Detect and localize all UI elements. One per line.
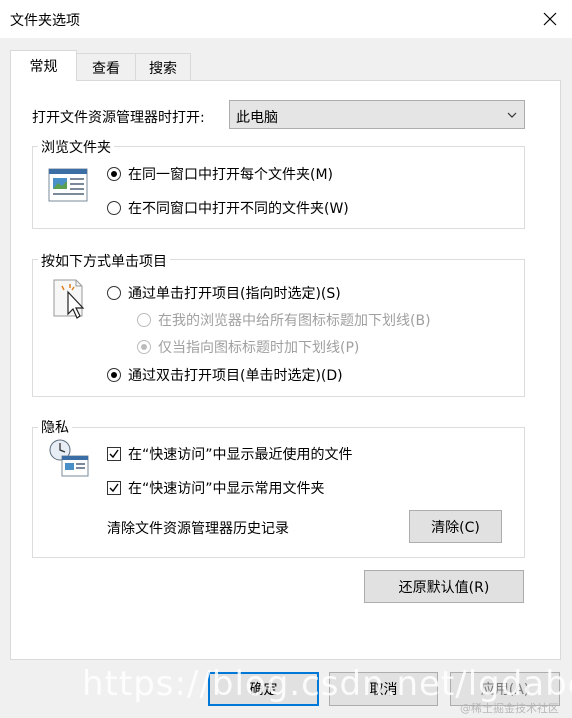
radio-underline-point[interactable]: 仅当指向图标标题时加下划线(P) (137, 337, 359, 357)
watermark-url: https://blog.csdn.net/lgdabc (82, 664, 572, 704)
browse-folders-title: 浏览文件夹 (38, 137, 114, 157)
window-title: 文件夹选项 (10, 13, 80, 29)
history-icon (49, 439, 89, 477)
radio-underline-all[interactable]: 在我的浏览器中给所有图标标题加下划线(B) (137, 310, 431, 330)
checkbox-show-recent[interactable]: 在“快速访问”中显示最近使用的文件 (107, 444, 353, 464)
checkbox-show-recent-label: 在“快速访问”中显示最近使用的文件 (128, 447, 353, 463)
close-icon (543, 12, 557, 26)
click-pointer-icon (53, 279, 85, 319)
radio-underline-all-label: 在我的浏览器中给所有图标标题加下划线(B) (158, 313, 431, 329)
open-explorer-label: 打开文件资源管理器时打开: (32, 110, 205, 126)
chevron-down-icon (507, 112, 517, 118)
close-button[interactable] (532, 2, 568, 36)
radio-single-click-label: 通过单击打开项目(指向时选定)(S) (128, 286, 341, 302)
checkbox-show-frequent[interactable]: 在“快速访问”中显示常用文件夹 (107, 478, 325, 498)
radio-indicator (107, 201, 121, 215)
checkbox-indicator (107, 481, 121, 495)
restore-defaults-button[interactable]: 还原默认值(R) (364, 570, 524, 603)
radio-indicator (107, 167, 121, 181)
watermark-credit: @稀土掘金技术社区 (460, 702, 559, 715)
checkbox-indicator (107, 447, 121, 461)
radio-new-window[interactable]: 在不同窗口中打开不同的文件夹(W) (107, 198, 349, 218)
tab-general[interactable]: 常规 (10, 50, 77, 81)
radio-single-click[interactable]: 通过单击打开项目(指向时选定)(S) (107, 283, 341, 303)
check-icon (109, 483, 119, 493)
radio-same-window-label: 在同一窗口中打开每个文件夹(M) (128, 167, 334, 183)
radio-new-window-label: 在不同窗口中打开不同的文件夹(W) (128, 201, 349, 217)
radio-underline-point-label: 仅当指向图标标题时加下划线(P) (158, 340, 360, 356)
radio-indicator (137, 340, 151, 354)
open-explorer-dropdown[interactable]: 此电脑 (229, 100, 525, 129)
check-icon (109, 449, 119, 459)
radio-indicator (107, 286, 121, 300)
radio-double-click[interactable]: 通过双击打开项目(单击时选定)(D) (107, 365, 343, 385)
privacy-title: 隐私 (38, 417, 72, 437)
tab-view[interactable]: 查看 (76, 53, 136, 81)
dropdown-value: 此电脑 (236, 110, 278, 126)
radio-indicator (137, 313, 151, 327)
window-icon (48, 168, 88, 202)
clear-history-label: 清除文件资源管理器历史记录 (107, 521, 289, 537)
tab-search[interactable]: 搜索 (135, 53, 191, 81)
checkbox-show-frequent-label: 在“快速访问”中显示常用文件夹 (128, 481, 325, 497)
radio-double-click-label: 通过双击打开项目(单击时选定)(D) (128, 368, 343, 384)
title-bar: 文件夹选项 (0, 0, 572, 38)
clear-button[interactable]: 清除(C) (409, 510, 502, 543)
click-items-title: 按如下方式单击项目 (38, 251, 170, 271)
radio-same-window[interactable]: 在同一窗口中打开每个文件夹(M) (107, 164, 333, 184)
radio-indicator (107, 368, 121, 382)
